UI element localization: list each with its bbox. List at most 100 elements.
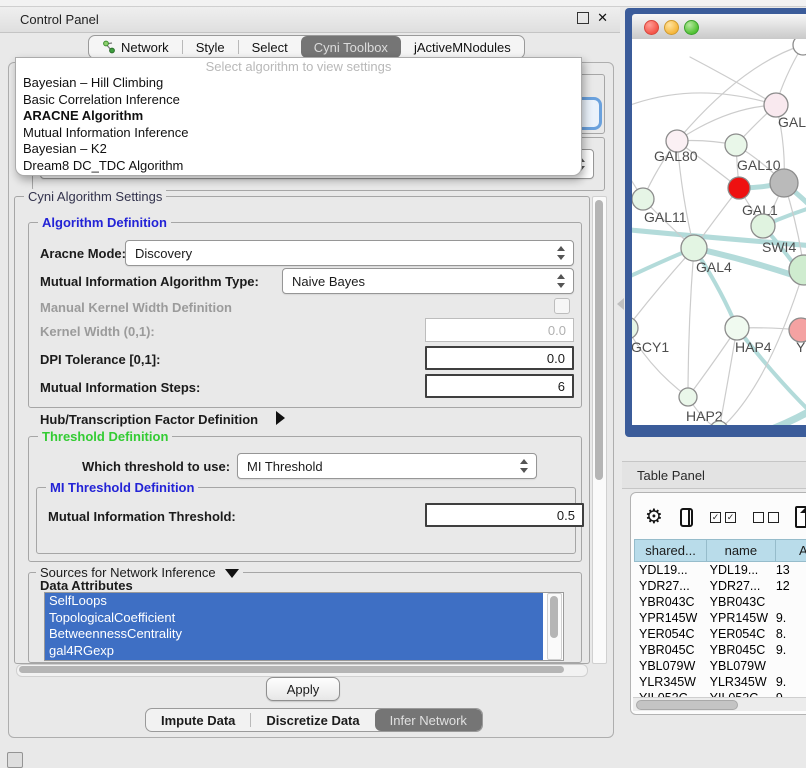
split-columns-icon[interactable]	[680, 508, 693, 527]
column-header[interactable]: name	[706, 539, 775, 562]
split-pane-collapse-icon[interactable]	[617, 298, 624, 310]
kernel-width-input[interactable]: 0.0	[425, 318, 574, 342]
attribute-item[interactable]: SelfLoops	[45, 593, 543, 610]
table-row[interactable]: YLR345WYLR345W9.	[634, 674, 806, 690]
uncheck-all-icon[interactable]	[753, 512, 779, 523]
mi-threshold-input[interactable]: 0.5	[425, 503, 584, 527]
aracne-mode-select[interactable]: Discovery	[125, 240, 574, 266]
node-label: GAL10	[737, 157, 781, 173]
network-edge[interactable]	[688, 248, 694, 397]
network-edge[interactable]	[688, 328, 737, 397]
table-row[interactable]: YDL19...YDL19...13	[634, 562, 806, 578]
table-cell: YPR145W	[634, 611, 705, 625]
table-horizontal-scrollbar[interactable]	[633, 697, 806, 711]
table-cell: 9.	[772, 675, 806, 689]
export-table-icon[interactable]	[795, 506, 806, 528]
table-hscroll-thumb[interactable]	[636, 700, 738, 710]
column-header[interactable]: A	[775, 539, 806, 562]
network-edge[interactable]	[632, 93, 776, 109]
control-panel-title: Control Panel	[20, 12, 99, 27]
threshold-definition-title: Threshold Definition	[38, 429, 172, 444]
dpi-tolerance-input[interactable]: 0.0	[425, 346, 574, 370]
attribute-item[interactable]: gal4RGexp	[45, 643, 543, 660]
node-label: GAL	[778, 114, 806, 130]
algorithm-definition-title: Algorithm Definition	[38, 215, 171, 230]
attributes-vscroll-thumb[interactable]	[550, 596, 558, 638]
mi-steps-input[interactable]: 6	[425, 374, 574, 398]
settings-horizontal-scrollbar[interactable]	[16, 664, 588, 677]
mi-type-label: Mutual Information Algorithm Type:	[40, 274, 259, 289]
column-header[interactable]: shared...	[634, 539, 707, 562]
close-traffic-light[interactable]	[644, 20, 659, 35]
tab-cyni-toolbox[interactable]: Cyni Toolbox	[301, 36, 401, 58]
data-attributes-label: Data Attributes	[40, 578, 133, 593]
table-cell: YDL19...	[705, 563, 772, 577]
collapsed-panel-icon[interactable]	[7, 752, 23, 768]
manual-kernel-checkbox[interactable]	[554, 298, 570, 314]
tab-network[interactable]: Network	[89, 36, 182, 58]
table-cell: YBL079W	[634, 659, 705, 673]
table-row[interactable]: YBR045CYBR045C9.	[634, 642, 806, 658]
sources-collapse-arrow-icon[interactable]	[225, 569, 239, 578]
table-cell: YBR043C	[634, 595, 705, 609]
check-all-icon[interactable]: ✓✓	[710, 512, 736, 523]
tab-infer-network[interactable]: Infer Network	[375, 709, 482, 731]
tab-discretize-data[interactable]: Discretize Data	[251, 709, 374, 731]
algorithm-option[interactable]: Dream8 DC_TDC Algorithm	[16, 158, 581, 175]
close-panel-icon[interactable]: ✕	[597, 11, 608, 24]
node-gcy1[interactable]	[632, 317, 638, 339]
app-top-strip	[0, 0, 806, 7]
network-edge-highlighted[interactable]	[740, 401, 806, 425]
node-gray[interactable]	[770, 169, 798, 197]
node-gal10[interactable]	[725, 134, 747, 156]
which-threshold-select[interactable]: MI Threshold	[237, 453, 537, 479]
table-row[interactable]: YPR145WYPR145W9.	[634, 610, 806, 626]
table-row[interactable]: YBR043CYBR043C	[634, 594, 806, 610]
table-row[interactable]: YDR27...YDR27...12	[634, 578, 806, 594]
algorithm-option[interactable]: Bayesian – Hill Climbing	[16, 75, 581, 92]
mi-type-select[interactable]: Naive Bayes	[282, 268, 574, 294]
algorithm-option[interactable]: Basic Correlation Inference	[16, 92, 581, 109]
settings-hscroll-thumb[interactable]	[19, 666, 564, 673]
float-panel-icon[interactable]	[577, 12, 589, 24]
table-row[interactable]: YBL079WYBL079W	[634, 658, 806, 674]
gear-icon[interactable]: ⚙	[645, 507, 663, 527]
tab-jactivemnodules[interactable]: jActiveMNodules	[401, 36, 524, 58]
minimize-traffic-light[interactable]	[664, 20, 679, 35]
node-gal11[interactable]	[632, 188, 654, 210]
settings-vertical-scrollbar[interactable]	[592, 196, 607, 664]
mi-threshold-definition-title: MI Threshold Definition	[46, 480, 198, 495]
table-rows: YDL19...YDL19...13YDR27...YDR27...12YBR0…	[634, 562, 806, 697]
node-partial-top[interactable]	[793, 39, 806, 55]
attribute-item[interactable]: BetweennessCentrality	[45, 626, 543, 643]
tab-select[interactable]: Select	[239, 36, 301, 58]
node-swi4[interactable]	[751, 214, 775, 238]
table-row[interactable]: YER054CYER054C8.	[634, 626, 806, 642]
table-cell: 13	[772, 563, 806, 577]
node-gal1[interactable]	[728, 177, 750, 199]
network-canvas[interactable]: GALGAL80GAL10GAL1GAL11SWI4GAL4GCY1HAP4YH…	[632, 39, 806, 425]
algorithm-option[interactable]: Bayesian – K2	[16, 141, 581, 158]
attribute-item[interactable]: TopologicalCoefficient	[45, 610, 543, 627]
hub-expand-arrow-icon[interactable]	[276, 411, 285, 425]
settings-vscroll-thumb[interactable]	[595, 200, 603, 480]
node-hap4[interactable]	[725, 316, 749, 340]
table-cell: 9.	[772, 611, 806, 625]
algorithm-option[interactable]: Mutual Information Inference	[16, 125, 581, 142]
network-edge[interactable]	[677, 105, 776, 141]
network-window-titlebar[interactable]	[632, 14, 806, 40]
node-hap2[interactable]	[679, 388, 697, 406]
table-row[interactable]: YIL052CYIL052C9.	[634, 690, 806, 697]
mi-threshold-label: Mutual Information Threshold:	[48, 509, 236, 524]
apply-button[interactable]: Apply	[266, 677, 340, 701]
attributes-vertical-scrollbar[interactable]	[547, 593, 562, 660]
aracne-mode-value: Discovery	[135, 246, 556, 261]
tab-style[interactable]: Style	[183, 36, 238, 58]
tab-impute-data[interactable]: Impute Data	[146, 709, 250, 731]
network-edge[interactable]	[690, 57, 776, 105]
zoom-traffic-light[interactable]	[684, 20, 699, 35]
algorithm-option[interactable]: ARACNE Algorithm	[16, 108, 581, 125]
node-table: shared...nameA	[634, 539, 806, 562]
data-attributes-list[interactable]: SelfLoopsTopologicalCoefficientBetweenne…	[44, 592, 564, 661]
node-gal4[interactable]	[681, 235, 707, 261]
